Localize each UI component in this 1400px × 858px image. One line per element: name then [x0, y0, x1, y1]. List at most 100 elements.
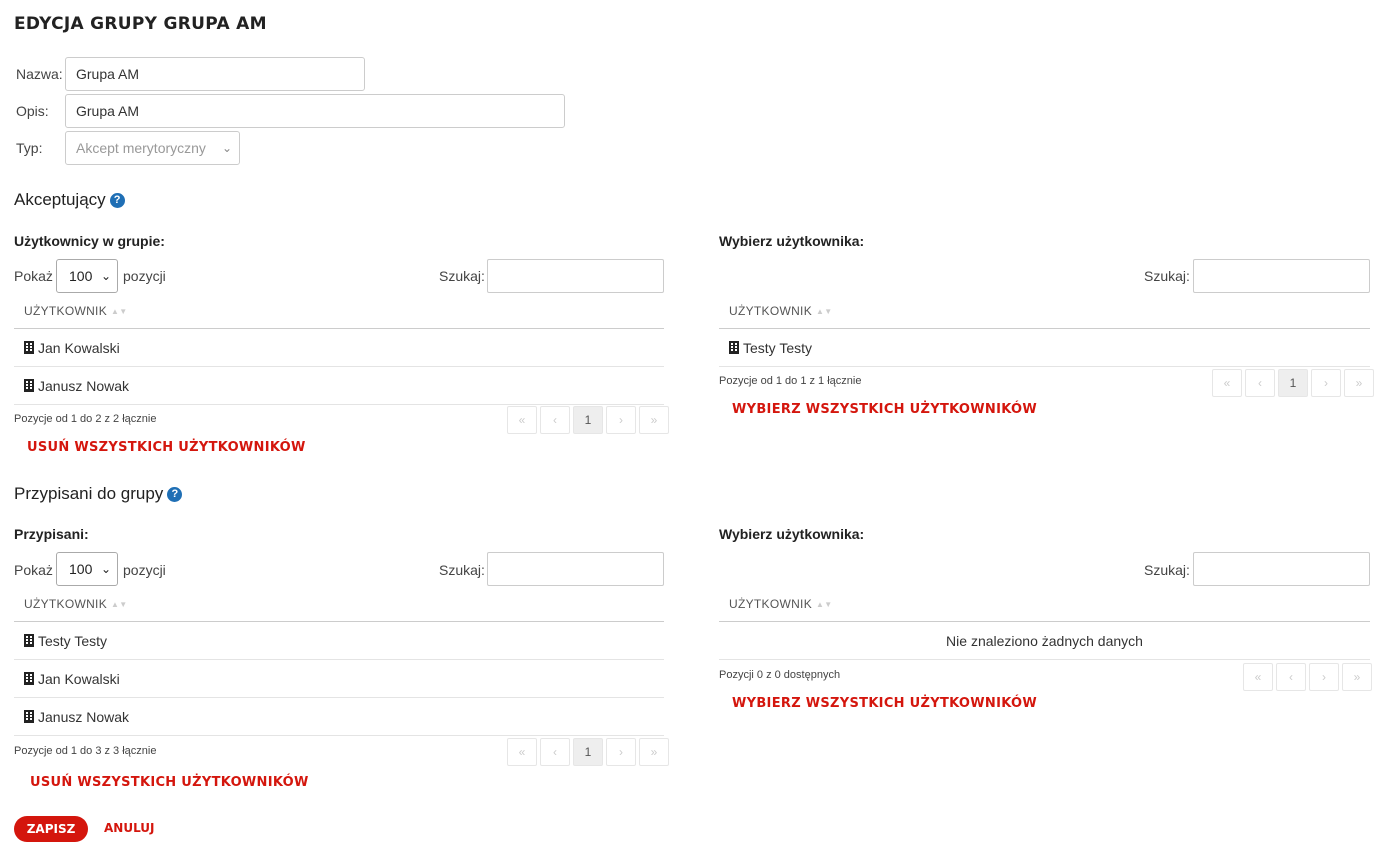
column-header-label: UŻYTKOWNIK: [729, 304, 812, 318]
building-icon: [24, 341, 34, 354]
prev-page-button[interactable]: ‹: [540, 738, 570, 766]
table-info: Pozycji 0 z 0 dostępnych: [719, 669, 841, 681]
description-label: Opis:: [16, 103, 49, 119]
pagination: « ‹ 1 › »: [1212, 369, 1374, 397]
prev-page-button[interactable]: ‹: [540, 406, 570, 434]
table-row: Jan Kowalski: [24, 671, 120, 687]
column-header-label: UŻYTKOWNIK: [729, 597, 812, 611]
row-user: Janusz Nowak: [38, 709, 130, 725]
help-icon[interactable]: ?: [109, 193, 125, 208]
table-info: Pozycje od 1 do 1 z 1 łącznie: [719, 375, 862, 387]
search-input[interactable]: [487, 552, 664, 586]
type-label: Typ:: [16, 140, 43, 156]
divider: [14, 366, 664, 367]
search-label: Szukaj:: [439, 268, 485, 284]
next-page-button[interactable]: ›: [1309, 663, 1339, 691]
assigned-heading-text: Przypisani do grupy: [14, 484, 164, 503]
page-length-value: 100: [69, 268, 93, 284]
row-user: Janusz Nowak: [38, 378, 130, 394]
table-info: Pozycje od 1 do 3 z 3 łącznie: [14, 745, 157, 757]
type-select-value: Akcept merytoryczny: [76, 140, 206, 156]
building-icon: [24, 710, 34, 723]
page-button[interactable]: 1: [573, 738, 603, 766]
page-length-select[interactable]: 100 ⌄: [56, 259, 118, 293]
save-button[interactable]: ZAPISZ: [14, 816, 88, 842]
first-page-button[interactable]: «: [507, 406, 537, 434]
table-info: Pozycje od 1 do 2 z 2 łącznie: [14, 413, 157, 425]
sort-icon: ▲▼: [111, 307, 128, 316]
name-label: Nazwa:: [16, 66, 63, 82]
divider: [719, 659, 1370, 660]
divider: [14, 697, 664, 698]
acceptors-heading-text: Akceptujący: [14, 190, 106, 209]
first-page-button[interactable]: «: [1243, 663, 1273, 691]
next-page-button[interactable]: ›: [606, 406, 636, 434]
column-header-user[interactable]: UŻYTKOWNIK ▲▼: [24, 597, 127, 611]
chevron-down-icon: ⌄: [100, 269, 111, 283]
type-select[interactable]: Akcept merytoryczny ⌄: [65, 131, 240, 165]
divider: [14, 621, 664, 622]
divider: [14, 735, 664, 736]
next-page-button[interactable]: ›: [1311, 369, 1341, 397]
prev-page-button[interactable]: ‹: [1276, 663, 1306, 691]
name-input[interactable]: Grupa AM: [65, 57, 365, 91]
remove-all-users-link[interactable]: USUŃ WSZYSTKICH UŻYTKOWNIKÓW: [27, 440, 306, 455]
divider: [719, 621, 1370, 622]
table-row: Jan Kowalski: [24, 340, 120, 356]
page-button[interactable]: 1: [1278, 369, 1308, 397]
next-page-button[interactable]: ›: [606, 738, 636, 766]
column-header-user[interactable]: UŻYTKOWNIK ▲▼: [729, 597, 832, 611]
table-row: Janusz Nowak: [24, 709, 129, 725]
sort-icon: ▲▼: [816, 307, 833, 316]
page-length-select[interactable]: 100 ⌄: [56, 552, 118, 586]
last-page-button[interactable]: »: [1342, 663, 1372, 691]
cancel-button[interactable]: ANULUJ: [104, 821, 155, 835]
description-input[interactable]: Grupa AM: [65, 94, 565, 128]
row-user: Jan Kowalski: [38, 671, 120, 687]
last-page-button[interactable]: »: [639, 738, 669, 766]
acceptors-heading: Akceptujący?: [14, 190, 125, 210]
search-input[interactable]: [487, 259, 664, 293]
assigned-left-subheading: Przypisani:: [14, 526, 89, 542]
select-all-users-link[interactable]: WYBIERZ WSZYSTKICH UŻYTKOWNIKÓW: [732, 696, 1037, 711]
help-icon[interactable]: ?: [167, 487, 183, 502]
column-header-user[interactable]: UŻYTKOWNIK ▲▼: [24, 304, 127, 318]
divider: [14, 659, 664, 660]
chevron-down-icon: ⌄: [100, 562, 111, 576]
last-page-button[interactable]: »: [1344, 369, 1374, 397]
search-input[interactable]: [1193, 552, 1370, 586]
search-label: Szukaj:: [1144, 268, 1190, 284]
search-input[interactable]: [1193, 259, 1370, 293]
divider: [14, 328, 664, 329]
pagination: « ‹ 1 › »: [507, 738, 669, 766]
page-title: EDYCJA GRUPY GRUPA AM: [14, 14, 267, 34]
assigned-heading: Przypisani do grupy?: [14, 484, 183, 504]
row-user: Testy Testy: [38, 633, 107, 649]
remove-all-users-link[interactable]: USUŃ WSZYSTKICH UŻYTKOWNIKÓW: [30, 775, 309, 790]
column-header-user[interactable]: UŻYTKOWNIK ▲▼: [729, 304, 832, 318]
table-row: Testy Testy: [24, 633, 107, 649]
column-header-label: UŻYTKOWNIK: [24, 597, 107, 611]
show-label: Pokaż: [14, 268, 53, 284]
search-label: Szukaj:: [1144, 562, 1190, 578]
row-user: Testy Testy: [743, 340, 812, 356]
empty-table-message: Nie znaleziono żadnych danych: [946, 633, 1143, 649]
row-user: Jan Kowalski: [38, 340, 120, 356]
chevron-down-icon: ⌄: [221, 141, 232, 155]
page-button[interactable]: 1: [573, 406, 603, 434]
prev-page-button[interactable]: ‹: [1245, 369, 1275, 397]
first-page-button[interactable]: «: [507, 738, 537, 766]
divider: [719, 366, 1370, 367]
sort-icon: ▲▼: [816, 600, 833, 609]
show-label: Pokaż: [14, 562, 53, 578]
acceptors-left-subheading: Użytkownicy w grupie:: [14, 233, 165, 249]
building-icon: [24, 379, 34, 392]
table-row: Testy Testy: [729, 340, 812, 356]
building-icon: [729, 341, 739, 354]
first-page-button[interactable]: «: [1212, 369, 1242, 397]
column-header-label: UŻYTKOWNIK: [24, 304, 107, 318]
sort-icon: ▲▼: [111, 600, 128, 609]
search-label: Szukaj:: [439, 562, 485, 578]
last-page-button[interactable]: »: [639, 406, 669, 434]
select-all-users-link[interactable]: WYBIERZ WSZYSTKICH UŻYTKOWNIKÓW: [732, 402, 1037, 417]
